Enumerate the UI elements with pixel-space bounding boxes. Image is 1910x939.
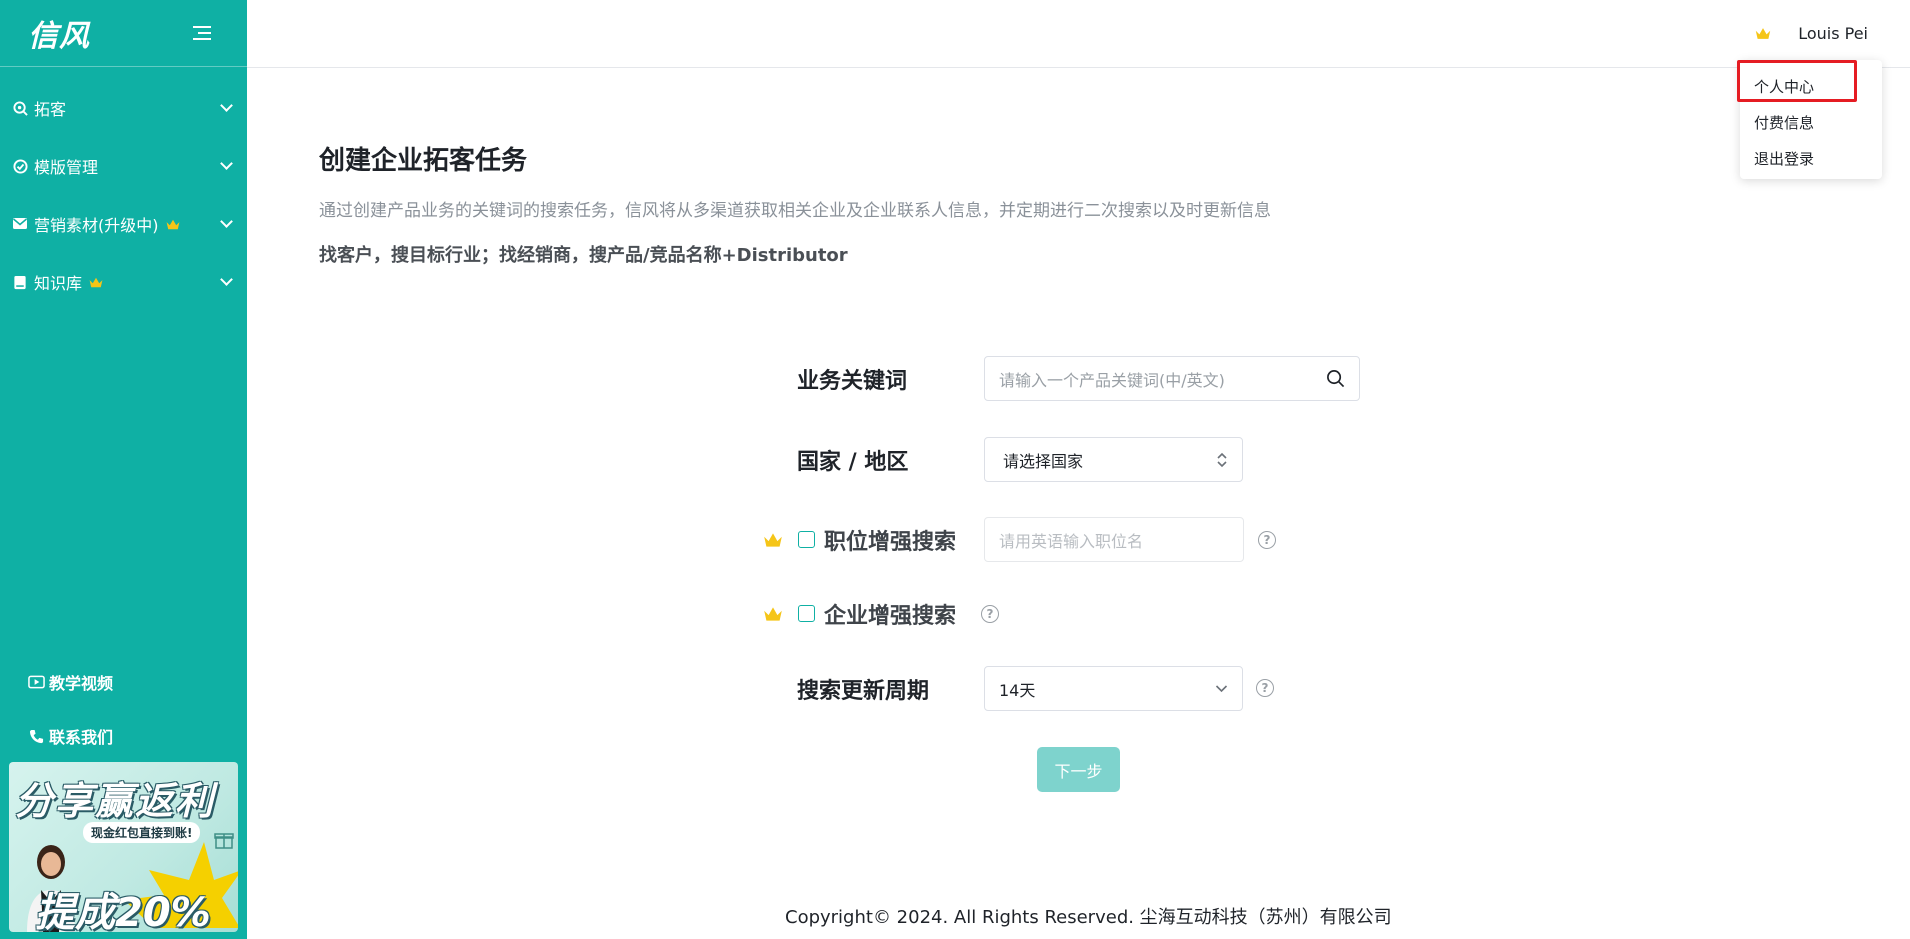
app-logo[interactable]: 信风	[28, 11, 90, 55]
page-description: 通过创建产品业务的关键词的搜索任务，信风将从多渠道获取相关企业及企业联系人信息，…	[319, 201, 1271, 221]
sort-arrows-icon	[1217, 452, 1227, 467]
chevron-down-icon	[220, 215, 233, 228]
user-area: Louis Pei	[1754, 0, 1868, 66]
chevron-down-icon	[1215, 685, 1228, 693]
sidebar-header: 信风	[0, 0, 247, 67]
cycle-value: 14天	[999, 680, 1036, 700]
help-icon[interactable]: ?	[981, 605, 999, 623]
search-target-icon	[12, 100, 28, 116]
sidebar-bottom-links: 教学视频 联系我们	[0, 655, 247, 763]
help-icon[interactable]: ?	[1256, 679, 1274, 697]
contact-us-link[interactable]: 联系我们	[0, 709, 247, 763]
tutorial-video-link[interactable]: 教学视频	[0, 655, 247, 709]
company-enhance-checkbox[interactable]	[798, 605, 815, 622]
menu-item-profile[interactable]: 个人中心	[1740, 68, 1882, 104]
sidebar-item-tuoke[interactable]: 拓客	[0, 79, 247, 137]
sidebar-item-label: 模版管理	[34, 158, 99, 177]
sidebar-item-label: 营销素材(升级中)	[34, 216, 159, 235]
user-dropdown-menu: 个人中心 付费信息 退出登录	[1740, 60, 1882, 179]
crown-icon	[166, 219, 179, 229]
sidebar-item-knowledge[interactable]: 知识库	[0, 253, 247, 311]
tutorial-video-label: 教学视频	[49, 674, 114, 693]
sidebar: 信风 拓客 模版管理 营销素材(升级中) 知识库 教学视频 联系我们 分享赢返利…	[0, 0, 247, 939]
help-icon[interactable]: ?	[1258, 531, 1276, 549]
copyright-footer: Copyright© 2024. All Rights Reserved. 尘海…	[785, 907, 1392, 928]
check-circle-icon	[12, 158, 28, 174]
keyword-input[interactable]: 请输入一个产品关键词(中/英文)	[984, 356, 1360, 401]
contact-us-label: 联系我们	[49, 728, 114, 747]
position-enhance-label: 职位增强搜索	[824, 530, 957, 555]
cycle-select[interactable]: 14天	[984, 666, 1243, 711]
promo-banner[interactable]: 分享赢返利 现金红包直接到账! 提成20%	[9, 762, 238, 932]
sidebar-item-label: 拓客	[34, 100, 67, 119]
chevron-down-icon	[220, 157, 233, 170]
next-step-button[interactable]: 下一步	[1037, 747, 1120, 792]
chevron-down-icon	[220, 273, 233, 286]
keyword-placeholder: 请输入一个产品关键词(中/英文)	[999, 370, 1225, 390]
promo-title: 分享赢返利	[15, 779, 216, 823]
keyword-label: 业务关键词	[797, 369, 908, 394]
crown-icon	[89, 277, 103, 287]
sidebar-nav: 拓客 模版管理 营销素材(升级中) 知识库	[0, 79, 247, 311]
chevron-down-icon	[220, 99, 233, 112]
menu-item-logout[interactable]: 退出登录	[1740, 140, 1882, 176]
position-input[interactable]: 请用英语输入职位名	[984, 517, 1244, 562]
user-name[interactable]: Louis Pei	[1798, 24, 1868, 43]
page-title: 创建企业拓客任务	[319, 146, 528, 176]
promo-highlight: 提成20%	[35, 890, 211, 932]
video-icon	[27, 674, 45, 690]
collapse-menu-icon[interactable]	[193, 26, 211, 40]
company-enhance-label: 企业增强搜索	[824, 604, 957, 629]
menu-item-billing[interactable]: 付费信息	[1740, 104, 1882, 140]
country-select[interactable]: 请选择国家	[984, 437, 1243, 482]
crown-icon	[1756, 27, 1771, 39]
sidebar-item-label: 知识库	[34, 274, 83, 293]
country-placeholder: 请选择国家	[1003, 451, 1084, 471]
crown-icon	[764, 607, 782, 621]
crown-icon	[764, 533, 782, 547]
position-placeholder: 请用英语输入职位名	[999, 531, 1144, 551]
top-header: Louis Pei	[247, 0, 1910, 68]
mail-icon	[12, 216, 28, 232]
cycle-label: 搜索更新周期	[797, 679, 930, 704]
sidebar-item-templates[interactable]: 模版管理	[0, 137, 247, 195]
gift-icon	[214, 833, 234, 849]
country-label: 国家 / 地区	[797, 450, 909, 475]
promo-subtitle: 现金红包直接到账!	[83, 822, 201, 843]
phone-icon	[27, 728, 45, 744]
search-icon[interactable]	[1326, 369, 1345, 388]
page-hint: 找客户，搜目标行业；找经销商，搜产品/竞品名称+Distributor	[319, 245, 848, 266]
sidebar-item-marketing[interactable]: 营销素材(升级中)	[0, 195, 247, 253]
position-enhance-checkbox[interactable]	[798, 531, 815, 548]
book-icon	[12, 274, 28, 290]
